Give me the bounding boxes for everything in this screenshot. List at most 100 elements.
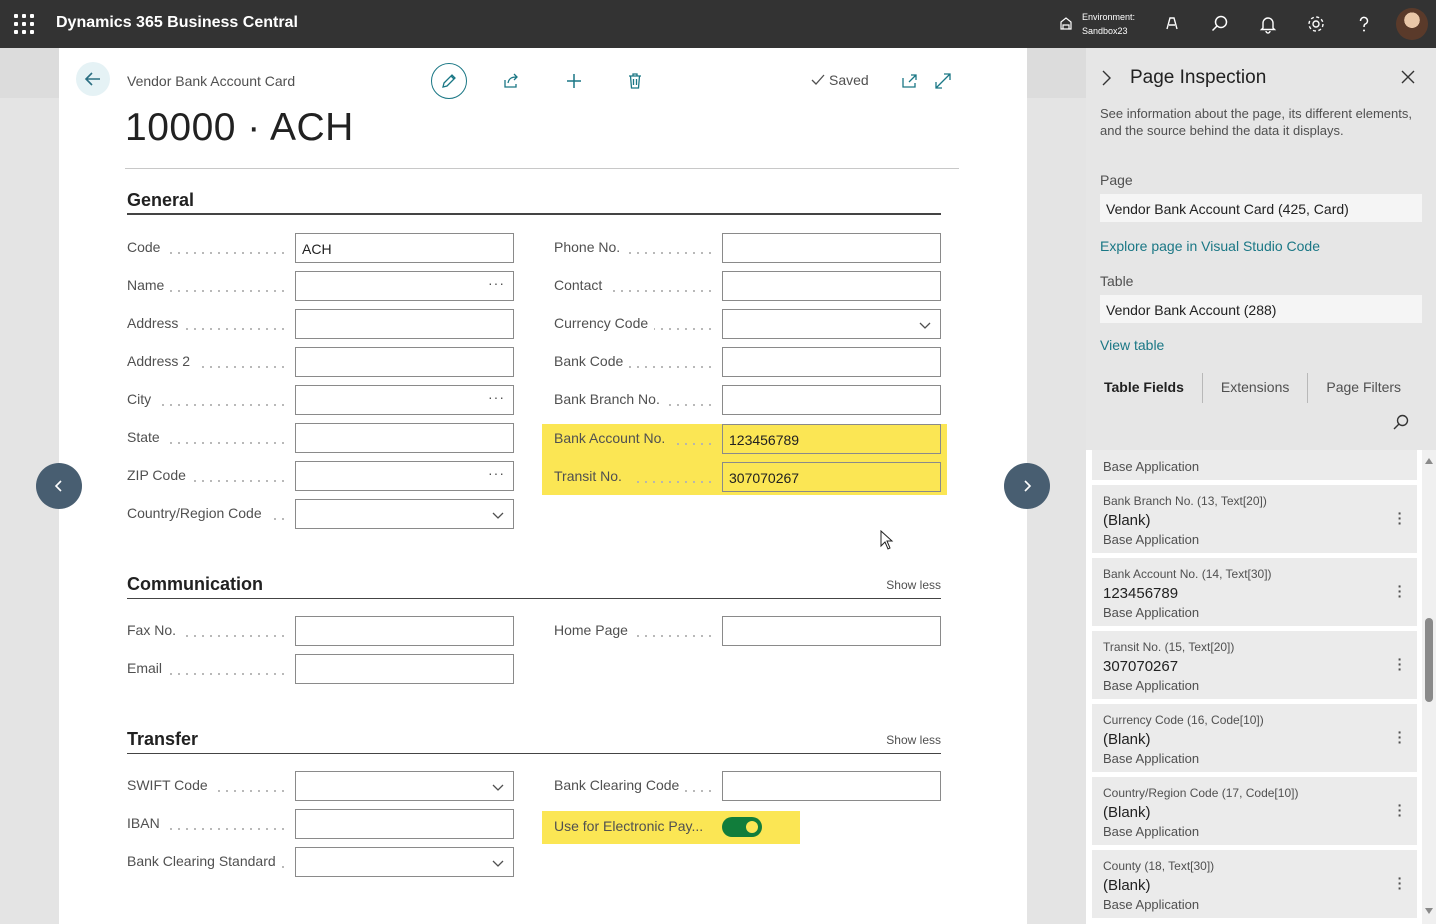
electronic-pay-toggle[interactable] xyxy=(722,817,762,837)
section-general-title[interactable]: General xyxy=(127,190,194,211)
field-address: Address xyxy=(127,309,514,339)
list-item[interactable]: Transit No. (15, Text[20]) 307070267 Bas… xyxy=(1092,631,1417,699)
more-options-icon[interactable]: · · · xyxy=(1393,871,1407,895)
table-value: Vendor Bank Account (288) xyxy=(1100,295,1422,323)
list-item[interactable]: Country/Region Code (17, Code[10]) (Blan… xyxy=(1092,777,1417,845)
field-label: State xyxy=(127,429,166,445)
list-item[interactable]: Base Application xyxy=(1092,450,1417,480)
user-avatar[interactable] xyxy=(1396,8,1428,40)
address-input[interactable] xyxy=(295,309,514,339)
scrollbar-thumb[interactable] xyxy=(1425,618,1433,702)
field-bank-clearing-standard: Bank Clearing Standard xyxy=(127,847,514,877)
bank-code-input[interactable] xyxy=(722,347,941,377)
app-launcher-icon[interactable] xyxy=(14,14,34,34)
contact-input[interactable] xyxy=(722,271,941,301)
fax-no-input[interactable] xyxy=(295,616,514,646)
country-region-select[interactable] xyxy=(295,499,514,529)
list-item[interactable]: Currency Code (16, Code[10]) (Blank) Bas… xyxy=(1092,704,1417,772)
view-table-link[interactable]: View table xyxy=(1100,337,1164,353)
tab-table-fields[interactable]: Table Fields xyxy=(1086,373,1202,403)
edit-button[interactable] xyxy=(431,63,467,99)
communication-show-less[interactable]: Show less xyxy=(869,578,941,592)
previous-record-button[interactable] xyxy=(36,463,82,509)
new-button[interactable] xyxy=(556,63,592,99)
more-options-icon[interactable]: · · · xyxy=(1393,506,1407,530)
bank-clearing-standard-select[interactable] xyxy=(295,847,514,877)
field-bank-branch-no: Bank Branch No. xyxy=(554,385,941,415)
scrollbar[interactable] xyxy=(1422,450,1436,924)
settings-gear-icon[interactable] xyxy=(1306,14,1326,34)
name-input[interactable]: ··· xyxy=(295,271,514,301)
list-item[interactable]: Bank Branch No. (13, Text[20]) (Blank) B… xyxy=(1092,485,1417,553)
city-input[interactable]: ··· xyxy=(295,385,514,415)
swift-code-select[interactable] xyxy=(295,771,514,801)
bank-branch-no-input[interactable] xyxy=(722,385,941,415)
field-source: Base Application xyxy=(1103,532,1200,547)
zip-code-input[interactable]: ··· xyxy=(295,461,514,491)
open-new-window-button[interactable] xyxy=(892,63,928,99)
home-page-input[interactable] xyxy=(722,616,941,646)
field-source: Base Application xyxy=(1103,751,1200,766)
collapse-chevron-icon[interactable] xyxy=(1098,69,1114,87)
field-source: Base Application xyxy=(1103,897,1200,912)
panel-description: See information about the page, its diff… xyxy=(1100,106,1412,138)
chevron-right-icon xyxy=(1024,480,1032,492)
mouse-cursor-icon xyxy=(880,530,894,550)
back-button[interactable] xyxy=(76,62,110,96)
field-label: IBAN xyxy=(127,815,166,831)
scroll-down-icon[interactable] xyxy=(1425,908,1433,914)
explore-page-link[interactable]: Explore page in Visual Studio Code xyxy=(1100,238,1320,254)
list-item[interactable]: County (18, Text[30]) (Blank) Base Appli… xyxy=(1092,850,1417,918)
field-label: Fax No. xyxy=(127,622,183,638)
bank-account-no-input[interactable]: 123456789 xyxy=(722,424,941,454)
close-icon[interactable] xyxy=(1401,70,1415,84)
transfer-show-less[interactable]: Show less xyxy=(869,733,941,747)
phone-no-input[interactable] xyxy=(722,233,941,263)
search-icon[interactable] xyxy=(1392,413,1410,431)
field-name: Bank Account No. (14, Text[30]) xyxy=(1103,567,1272,581)
tab-page-filters[interactable]: Page Filters xyxy=(1307,373,1419,403)
share-button[interactable] xyxy=(493,63,529,99)
more-options-icon[interactable]: · · · xyxy=(1393,798,1407,822)
field-label: Contact xyxy=(554,277,609,293)
copilot-icon[interactable] xyxy=(1162,14,1182,34)
bank-clearing-code-input[interactable] xyxy=(722,771,941,801)
delete-button[interactable] xyxy=(617,63,653,99)
environment-indicator[interactable]: Environment: Sandbox23 xyxy=(1058,10,1135,38)
expand-button[interactable] xyxy=(925,63,961,99)
list-item[interactable]: Bank Account No. (14, Text[30]) 12345678… xyxy=(1092,558,1417,626)
lookup-ellipsis-icon[interactable]: ··· xyxy=(488,389,505,405)
state-input[interactable] xyxy=(295,423,514,453)
pencil-icon xyxy=(442,74,456,88)
notification-bell-icon[interactable] xyxy=(1258,14,1278,34)
address-2-input[interactable] xyxy=(295,347,514,377)
search-icon[interactable] xyxy=(1210,14,1230,34)
expand-icon xyxy=(935,73,951,89)
section-communication-title[interactable]: Communication xyxy=(127,574,263,595)
trash-icon xyxy=(629,73,641,89)
email-input[interactable] xyxy=(295,654,514,684)
field-label: Country/Region Code xyxy=(127,505,268,521)
section-transfer-title[interactable]: Transfer xyxy=(127,729,198,750)
chevron-down-icon xyxy=(492,512,504,519)
lookup-ellipsis-icon[interactable]: ··· xyxy=(488,275,505,291)
app-title[interactable]: Dynamics 365 Business Central xyxy=(56,14,298,32)
tab-extensions[interactable]: Extensions xyxy=(1201,373,1307,403)
environment-name: Sandbox23 xyxy=(1082,26,1128,36)
help-icon[interactable] xyxy=(1354,14,1374,34)
field-transit-no: Transit No. 307070267 xyxy=(554,462,941,492)
field-label: Phone No. xyxy=(554,239,627,255)
field-label: Code xyxy=(127,239,167,255)
currency-code-select[interactable] xyxy=(722,309,941,339)
more-options-icon[interactable]: · · · xyxy=(1393,652,1407,676)
field-label: Bank Clearing Code xyxy=(554,777,686,793)
more-options-icon[interactable]: · · · xyxy=(1393,579,1407,603)
field-label: Address xyxy=(127,315,185,331)
next-record-button[interactable] xyxy=(1004,463,1050,509)
iban-input[interactable] xyxy=(295,809,514,839)
lookup-ellipsis-icon[interactable]: ··· xyxy=(488,465,505,481)
scroll-up-icon[interactable] xyxy=(1425,458,1433,464)
more-options-icon[interactable]: · · · xyxy=(1393,725,1407,749)
transit-no-input[interactable]: 307070267 xyxy=(722,462,941,492)
code-input[interactable]: ACH xyxy=(295,233,514,263)
